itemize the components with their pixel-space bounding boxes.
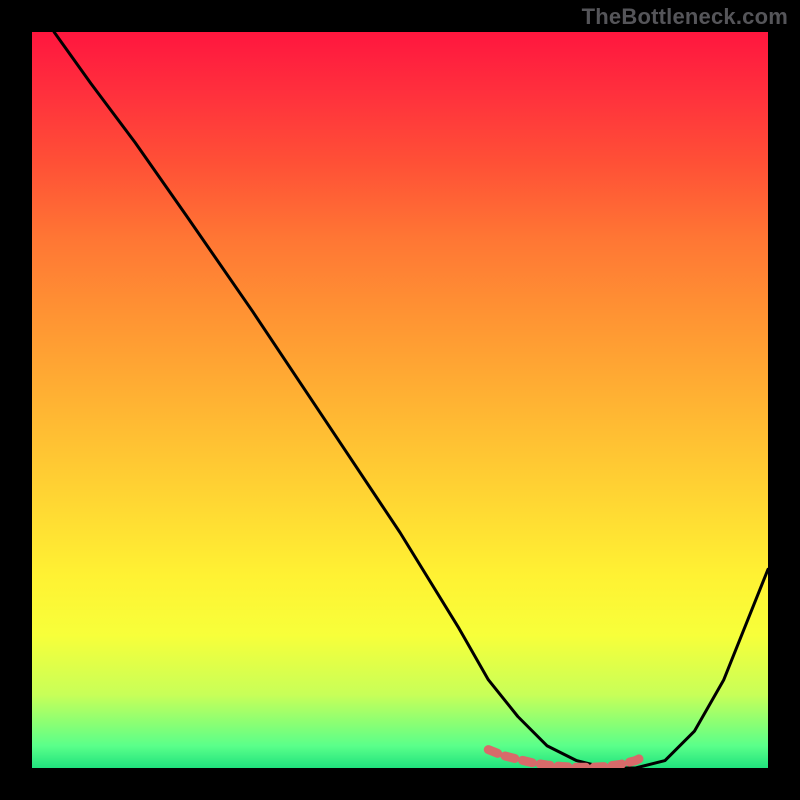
plot-area <box>32 32 768 768</box>
bottleneck-curve <box>54 32 768 768</box>
chart-frame: TheBottleneck.com <box>0 0 800 800</box>
curve-svg <box>32 32 768 768</box>
trough-marker-path <box>488 750 643 768</box>
trough-markers <box>488 750 643 768</box>
watermark-text: TheBottleneck.com <box>582 4 788 30</box>
